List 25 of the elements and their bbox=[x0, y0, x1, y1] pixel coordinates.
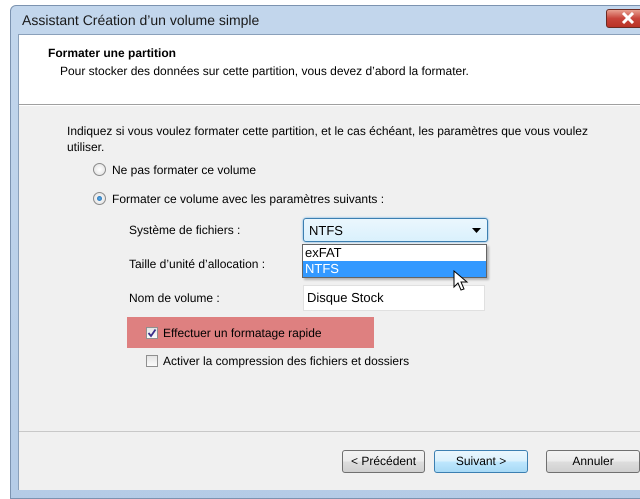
checkbox-label: Activer la compression des fichiers et dossiers bbox=[163, 354, 410, 368]
field-label: Système de fichiers : bbox=[129, 223, 242, 237]
field-label: Taille d’unité d’allocation : bbox=[129, 257, 266, 271]
instructions-text: Indiquez si vous voulez formater cette partition, et le cas échéant, les paramètres que vous voulez utiliser. bbox=[67, 123, 589, 155]
volume-name-field[interactable]: Disque Stock bbox=[303, 285, 485, 311]
dropdown-option[interactable]: exFAT bbox=[303, 245, 486, 261]
checkbox[interactable] bbox=[146, 355, 158, 367]
wizard-button[interactable]: Annuler bbox=[546, 450, 640, 472]
field-label: Nom de volume : bbox=[129, 291, 221, 305]
checkbox[interactable] bbox=[146, 326, 158, 338]
close-button[interactable] bbox=[606, 8, 640, 28]
radio-button[interactable] bbox=[93, 163, 106, 176]
wizard-button[interactable]: Suivant > bbox=[434, 450, 528, 472]
file-system-dropdown[interactable]: NTFS bbox=[303, 218, 488, 242]
close-icon bbox=[620, 12, 634, 24]
dropdown-arrow-icon bbox=[472, 228, 481, 232]
page-subtitle: Pour stocker des données sur cette partition, vous devez d’abord la formater. bbox=[60, 64, 470, 78]
radio-button[interactable] bbox=[93, 192, 106, 205]
checkbox-label: Effectuer un formatage rapide bbox=[163, 326, 322, 340]
page-title: Formater une partition bbox=[48, 46, 178, 60]
window-title: Assistant Création d’un volume simple bbox=[22, 12, 260, 28]
checkmark-icon bbox=[147, 328, 157, 338]
wizard-button[interactable]: < Précédent bbox=[342, 450, 426, 472]
radio-label: Ne pas formater ce volume bbox=[112, 162, 256, 176]
radio-label: Formater ce volume avec les paramètres suivants : bbox=[112, 192, 384, 206]
